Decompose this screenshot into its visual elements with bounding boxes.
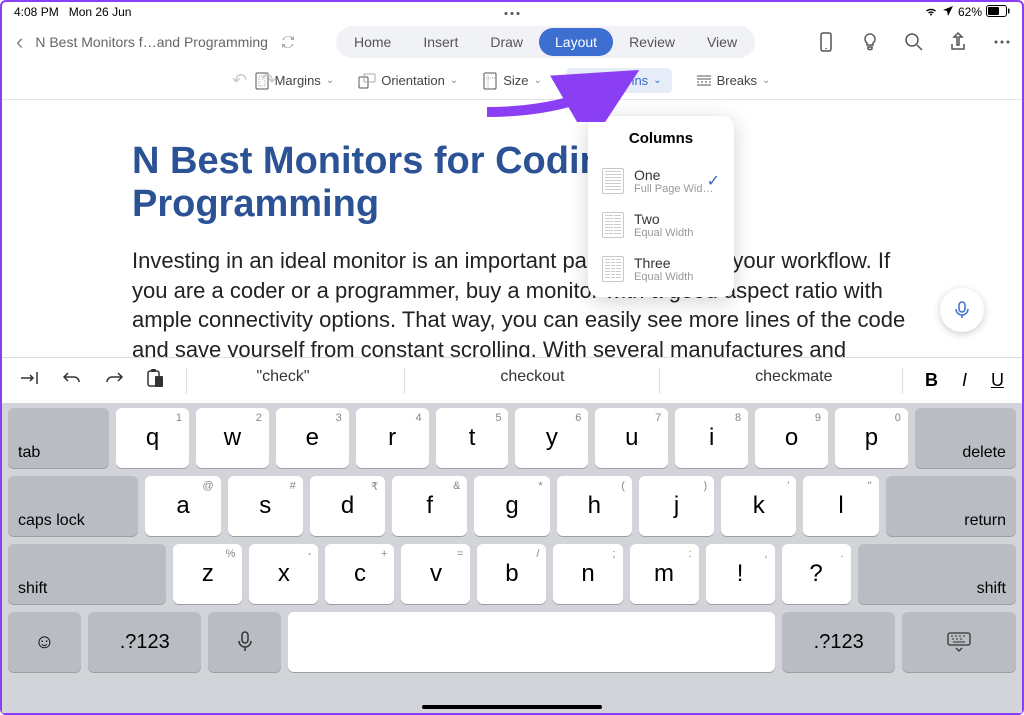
key-b[interactable]: /b: [477, 544, 546, 604]
key-r[interactable]: 4r: [356, 408, 429, 468]
key-s[interactable]: #s: [228, 476, 303, 536]
undo-icon[interactable]: ↶: [232, 70, 247, 91]
key-w[interactable]: 2w: [196, 408, 269, 468]
paste-icon[interactable]: [146, 368, 164, 393]
key-i[interactable]: 8i: [675, 408, 748, 468]
key-capslock[interactable]: caps lock: [8, 476, 138, 536]
onscreen-keyboard: "check" checkout checkmate B I U tab 1q2…: [2, 357, 1022, 713]
popover-title: Columns: [588, 116, 734, 159]
columns-option-two[interactable]: TwoEqual Width: [588, 203, 734, 247]
document-title[interactable]: N Best Monitors f…and Programming: [35, 34, 268, 50]
tab-layout[interactable]: Layout: [539, 28, 613, 56]
share-icon[interactable]: [948, 32, 968, 52]
wifi-icon: [924, 5, 938, 20]
key-g[interactable]: *g: [474, 476, 549, 536]
app-toolbar: ‹ N Best Monitors f…and Programming Home…: [2, 22, 1022, 62]
annotation-arrow: [477, 62, 657, 122]
battery-icon: [986, 5, 1010, 20]
redo-kb-icon[interactable]: [104, 370, 124, 391]
document-heading[interactable]: N Best Monitors for Coding and Programmi…: [132, 140, 912, 226]
key-emoji[interactable]: ☺: [8, 612, 81, 672]
location-icon: [942, 5, 954, 20]
key-a[interactable]: @a: [145, 476, 220, 536]
key-k[interactable]: 'k: [721, 476, 796, 536]
key-f[interactable]: &f: [392, 476, 467, 536]
tab-home[interactable]: Home: [338, 28, 407, 56]
key-v[interactable]: =v: [401, 544, 470, 604]
tab-draw[interactable]: Draw: [474, 28, 539, 56]
mobile-view-icon[interactable]: [816, 32, 836, 52]
key-t[interactable]: 5t: [436, 408, 509, 468]
tab-review[interactable]: Review: [613, 28, 691, 56]
orientation-button[interactable]: Orientation⌄: [358, 73, 458, 89]
italic-button[interactable]: I: [962, 370, 967, 391]
key-u[interactable]: 7u: [595, 408, 668, 468]
key-space[interactable]: [288, 612, 775, 672]
key-?[interactable]: .?: [782, 544, 851, 604]
underline-button[interactable]: U: [991, 370, 1004, 391]
key-o[interactable]: 9o: [755, 408, 828, 468]
key-m[interactable]: :m: [630, 544, 699, 604]
battery-pct: 62%: [958, 5, 982, 19]
suggestion-1[interactable]: "check": [256, 368, 309, 394]
document-canvas[interactable]: N Best Monitors for Coding and Programmi…: [2, 100, 1022, 365]
key-c[interactable]: +c: [325, 544, 394, 604]
suggestion-2[interactable]: checkout: [500, 368, 564, 394]
keyboard-toolbar: "check" checkout checkmate B I U: [2, 357, 1022, 403]
key-x[interactable]: -x: [249, 544, 318, 604]
home-indicator[interactable]: [422, 705, 602, 709]
key-mic[interactable]: [208, 612, 281, 672]
undo-kb-icon[interactable]: [62, 370, 82, 391]
redo-icon[interactable]: ↷: [261, 70, 276, 91]
tab-insert[interactable]: Insert: [407, 28, 474, 56]
tab-view[interactable]: View: [691, 28, 753, 56]
key-l[interactable]: "l: [803, 476, 878, 536]
indent-icon[interactable]: [20, 370, 40, 391]
columns-option-one[interactable]: OneFull Page Wid… ✓: [588, 159, 734, 203]
key-dismiss[interactable]: [902, 612, 1016, 672]
status-date: Mon 26 Jun: [69, 5, 132, 19]
key-y[interactable]: 6y: [515, 408, 588, 468]
key-![interactable]: ,!: [706, 544, 775, 604]
lightbulb-icon[interactable]: [860, 32, 880, 52]
key-shift-left[interactable]: shift: [8, 544, 166, 604]
columns-popover: Columns OneFull Page Wid… ✓ TwoEqual Wid…: [588, 116, 734, 297]
bold-button[interactable]: B: [925, 370, 938, 391]
key-delete[interactable]: delete: [915, 408, 1016, 468]
grabber-handle[interactable]: [505, 12, 520, 15]
columns-option-three[interactable]: ThreeEqual Width: [588, 247, 734, 291]
key-q[interactable]: 1q: [116, 408, 189, 468]
key-j[interactable]: )j: [639, 476, 714, 536]
suggestion-3[interactable]: checkmate: [755, 368, 832, 394]
document-body[interactable]: Investing in an ideal monitor is an impo…: [132, 246, 912, 365]
key-numsym-right[interactable]: .?123: [782, 612, 896, 672]
back-button[interactable]: ‹: [12, 29, 27, 55]
key-e[interactable]: 3e: [276, 408, 349, 468]
key-tab[interactable]: tab: [8, 408, 109, 468]
key-d[interactable]: ₹d: [310, 476, 385, 536]
checkmark-icon: ✓: [707, 171, 720, 191]
key-return[interactable]: return: [886, 476, 1016, 536]
key-shift-right[interactable]: shift: [858, 544, 1016, 604]
dictation-button[interactable]: [940, 288, 984, 332]
more-icon[interactable]: [992, 32, 1012, 52]
key-h[interactable]: (h: [557, 476, 632, 536]
key-numsym-left[interactable]: .?123: [88, 612, 202, 672]
key-z[interactable]: %z: [173, 544, 242, 604]
breaks-button[interactable]: Breaks⌄: [696, 73, 771, 88]
search-icon[interactable]: [904, 32, 924, 52]
key-p[interactable]: 0p: [835, 408, 908, 468]
key-n[interactable]: ;n: [553, 544, 622, 604]
ribbon-tabs: Home Insert Draw Layout Review View: [336, 26, 755, 58]
sync-icon[interactable]: [280, 34, 296, 50]
status-time: 4:08 PM: [14, 5, 59, 19]
